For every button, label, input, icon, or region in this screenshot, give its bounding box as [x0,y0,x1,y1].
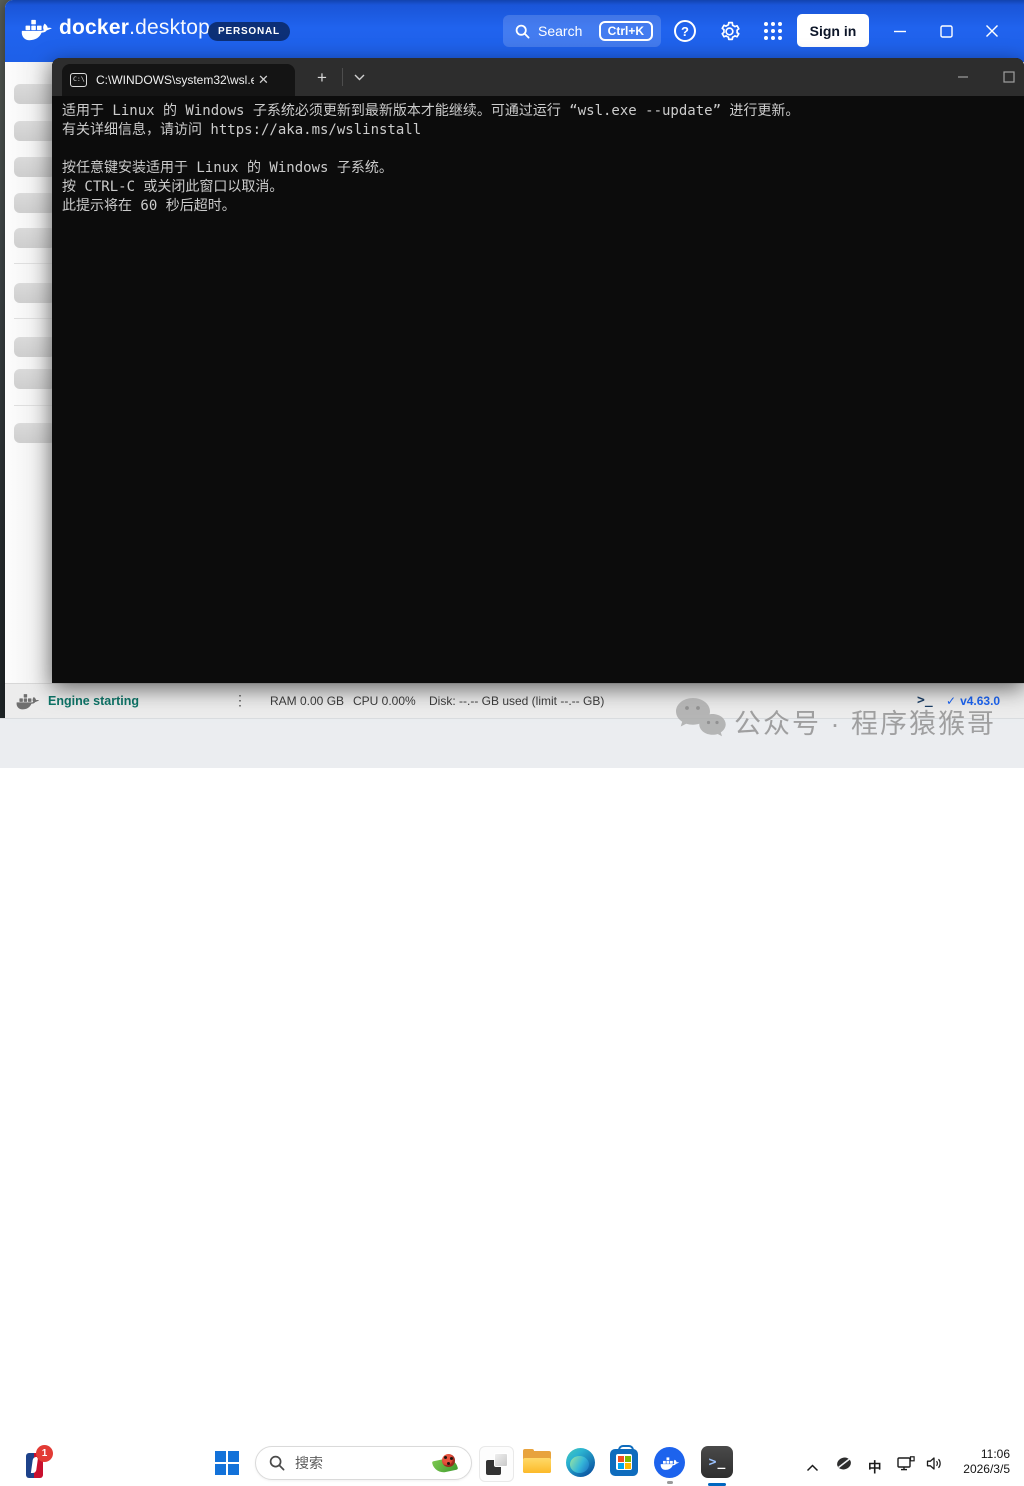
notification-badge: 1 [36,1445,53,1462]
docker-taskbar-button[interactable] [654,1447,685,1478]
sidebar-skeleton-item [14,228,52,248]
store-icon [616,1454,632,1470]
terminal-tab-title: C:\WINDOWS\system32\wsl.ex [96,73,254,87]
terminal-taskbar-button[interactable]: >_ [697,1442,737,1483]
network-button[interactable] [897,1456,915,1476]
cmd-icon: C:\ [70,73,87,87]
terminal-line: 此提示将在 60 秒后超时。 [62,197,1014,216]
terminal-maximize-button[interactable] [988,58,1024,96]
terminal-window: C:\ C:\WINDOWS\system32\wsl.ex ✕ + 适用于 L… [52,58,1024,683]
docker-minimize-button[interactable] [878,0,922,62]
microsoft-store-button[interactable] [610,1449,638,1476]
sidebar-skeleton-item [14,369,52,389]
minimize-icon [893,24,907,38]
terminal-line: 按 CTRL-C 或关闭此窗口以取消。 [62,178,1014,197]
docker-whale-icon [660,1456,680,1470]
disk-usage: Disk: --.-- GB used (limit --.-- GB) [429,694,604,708]
sidebar-divider [14,318,52,319]
maximize-icon [1003,71,1015,83]
engine-status-text: Engine starting [48,694,139,708]
search-shortcut-badge: Ctrl+K [599,21,653,41]
chevron-up-icon [806,1464,819,1472]
apps-grid-button[interactable] [760,18,786,44]
docker-close-button[interactable] [970,0,1014,62]
search-label: Search [538,23,599,39]
terminal-tab-bar: C:\ C:\WINDOWS\system32\wsl.ex ✕ + [52,58,1024,96]
taskbar-search-box[interactable]: 搜索 [255,1446,472,1480]
sidebar-skeleton-item [14,423,52,443]
sidebar-divider [14,263,52,264]
slashed-circle-icon [836,1456,852,1471]
sidebar-skeleton-item [14,157,52,177]
terminal-line: 适用于 Linux 的 Windows 子系统必须更新到最新版本才能继续。可通过… [62,102,1014,121]
search-placeholder: 搜索 [295,1453,433,1473]
sidebar-divider [14,405,52,406]
tray-muted-status-button[interactable] [836,1456,852,1476]
whale-status-icon [16,692,40,710]
terminal-line: 按任意键安装适用于 Linux 的 Windows 子系统。 [62,159,1014,178]
clock-time: 11:06 [938,1447,1010,1462]
terminal-line [62,140,1014,159]
windows-logo-icon [215,1451,239,1475]
settings-button[interactable] [716,18,742,44]
sidebar-skeleton-item [14,283,52,303]
docker-status-bar: Engine starting ⋮ RAM 0.00 GB CPU 0.00% … [5,683,1024,718]
clock-date: 2026/3/5 [938,1462,1010,1477]
version-link[interactable]: ✓v4.63.0 [946,694,1000,708]
plan-badge: PERSONAL [208,22,290,41]
sidebar-skeleton-item [14,84,52,104]
file-explorer-button[interactable] [523,1451,551,1474]
close-icon [985,24,999,38]
terminal-line: 有关详细信息，请访问 https://aka.ms/wslinstall [62,121,1014,140]
windows-taskbar: 1 搜索 >_ 中 [0,718,1024,768]
ethernet-icon [897,1456,915,1471]
search-icon [269,1455,285,1471]
docker-search-box[interactable]: Search Ctrl+K [503,15,661,47]
sign-in-button[interactable]: Sign in [797,14,869,47]
sidebar-skeleton-item [14,121,52,141]
terminal-minimize-button[interactable] [942,58,984,96]
start-button[interactable] [215,1451,239,1475]
maximize-icon [940,25,953,38]
edge-browser-button[interactable] [566,1448,595,1477]
tab-dropdown-button[interactable] [346,63,372,91]
chevron-down-icon [354,74,365,81]
terminal-output[interactable]: 适用于 Linux 的 Windows 子系统必须更新到最新版本才能继续。可通过… [52,96,1024,683]
ram-usage: RAM 0.00 GB [270,694,344,708]
cpu-usage: CPU 0.00% [353,694,416,708]
docker-logo-text: docker.desktop [59,16,210,40]
new-tab-button[interactable]: + [308,64,336,92]
terminal-app-icon: >_ [701,1446,733,1478]
sidebar-skeleton-item [14,193,52,213]
status-menu-button[interactable]: ⋮ [233,692,247,709]
task-view-button[interactable] [479,1446,514,1482]
terminal-toggle-icon[interactable]: >_ [917,693,933,708]
help-icon: ? [674,20,696,42]
terminal-tab[interactable]: C:\ C:\WINDOWS\system32\wsl.ex ✕ [62,64,295,96]
ime-indicator[interactable]: 中 [868,1456,882,1476]
docker-header: docker.desktop PERSONAL Search Ctrl+K ? … [5,0,1024,62]
tray-expand-button[interactable] [806,1459,819,1477]
docker-whale-logo-icon [21,17,53,41]
update-check-icon: ✓ [946,694,956,708]
minimize-icon [957,71,969,83]
apps-grid-icon [764,22,782,40]
tab-close-icon[interactable]: ✕ [258,72,269,88]
folder-icon [523,1458,551,1473]
help-button[interactable]: ? [672,18,698,44]
gear-icon [718,20,741,43]
search-icon [515,24,530,39]
docker-maximize-button[interactable] [924,0,968,62]
tabbar-divider [342,68,343,86]
docker-sidebar-loading [5,62,52,683]
docker-running-indicator [667,1481,673,1484]
sidebar-skeleton-item [14,337,52,357]
taskbar-clock[interactable]: 11:06 2026/3/5 [938,1447,1010,1477]
ladybug-search-highlight-icon [433,1452,463,1474]
